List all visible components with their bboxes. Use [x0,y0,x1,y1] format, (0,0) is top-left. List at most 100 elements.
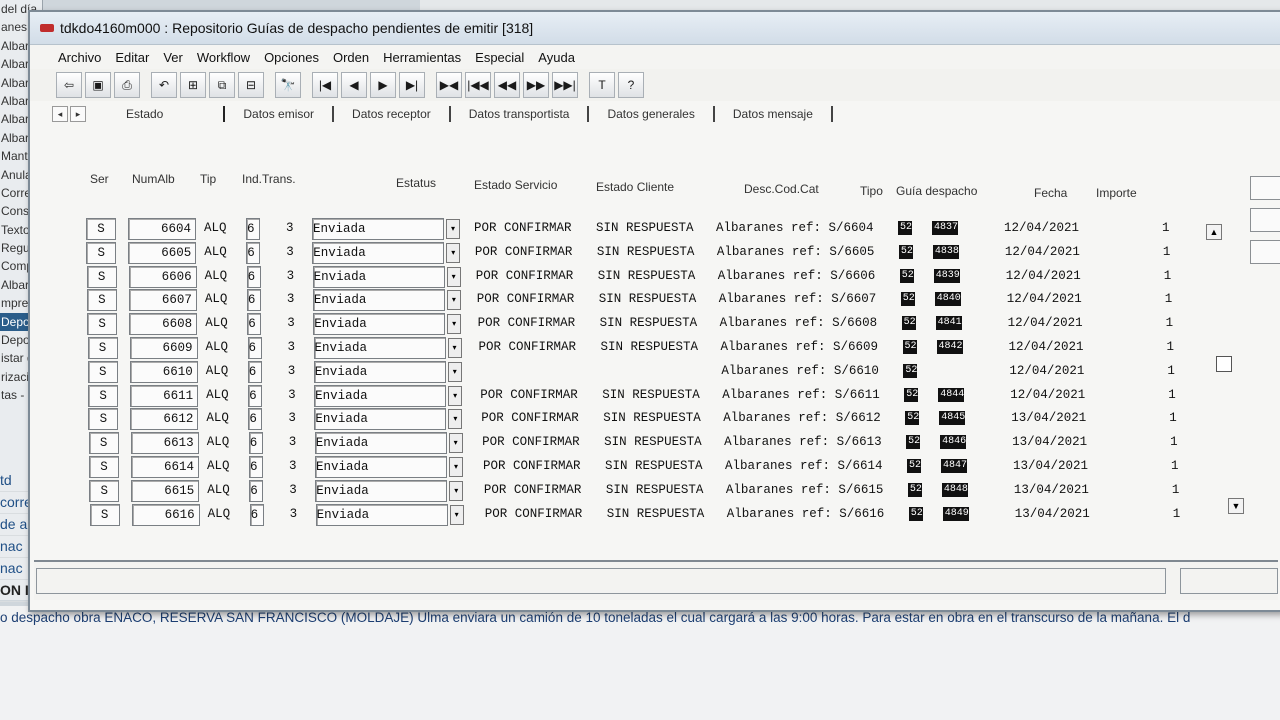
ser-field[interactable]: S [87,360,118,383]
first-group-icon[interactable]: ▶◀ [436,72,462,98]
ser-field[interactable]: S [88,384,119,407]
indtrans-field[interactable]: 6 [249,503,264,526]
menu-orden[interactable]: Orden [333,50,369,65]
menu-archivo[interactable]: Archivo [58,50,101,65]
scroll-up-icon[interactable]: ▲ [1206,224,1222,240]
tab-datos-transportista[interactable]: Datos transportista [451,106,590,122]
title-bar[interactable]: tdkdo4160m000 : Repositorio Guías de des… [30,12,1280,45]
previous-page-icon[interactable]: ◀◀ [494,72,520,98]
numalb-field[interactable]: 6616 [131,503,200,526]
text-icon[interactable]: T [589,72,615,98]
ser-field[interactable]: S [88,408,119,431]
next-record-icon[interactable]: ▶ [370,72,396,98]
indtrans-field[interactable]: 6 [246,241,261,264]
estatus-select[interactable]: Enviada [314,432,447,455]
ser-field[interactable]: S [86,265,117,288]
estatus-dropdown-icon[interactable]: ▾ [446,219,460,239]
menu-herramientas[interactable]: Herramientas [383,50,461,65]
estatus-dropdown-icon[interactable]: ▾ [446,266,461,287]
ser-field[interactable]: S [86,289,117,312]
numalb-field[interactable]: 6613 [130,432,199,455]
tab-prev-icon[interactable]: ◂ [52,106,68,122]
indtrans-field[interactable]: 6 [248,432,263,455]
print-icon[interactable]: ⎙ [114,72,140,98]
numalb-field[interactable]: 6612 [130,408,199,431]
estatus-dropdown-icon[interactable]: ▾ [448,409,463,430]
indtrans-field[interactable]: 6 [247,313,262,336]
tree-icon[interactable]: ⊞ [180,72,206,98]
numalb-field[interactable]: 6611 [130,384,199,407]
last-page-icon[interactable]: ▶▶| [552,72,578,98]
numalb-field[interactable]: 6607 [128,289,197,312]
estatus-select[interactable]: Enviada [312,289,445,312]
copy-icon[interactable]: ⧉ [209,72,235,98]
undo-icon[interactable]: ↶ [151,72,177,98]
ser-field[interactable]: S [86,241,117,264]
exit-icon[interactable]: ⇦ [56,72,82,98]
ser-field[interactable]: S [89,456,119,478]
numalb-field[interactable]: 6614 [131,456,199,478]
ser-field[interactable]: S [87,313,118,336]
indtrans-field[interactable]: 6 [246,289,261,312]
indtrans-field[interactable]: 6 [247,360,262,383]
indtrans-field[interactable]: 6 [249,456,263,478]
scroll-down-icon[interactable]: ▼ [1228,498,1244,514]
numalb-field[interactable]: 6604 [128,218,196,240]
tab-datos-receptor[interactable]: Datos receptor [334,106,451,122]
estatus-select[interactable]: Enviada [315,503,448,526]
numalb-field[interactable]: 6608 [129,313,198,336]
estatus-dropdown-icon[interactable]: ▾ [449,504,464,525]
estatus-select[interactable]: Enviada [313,360,446,383]
menu-opciones[interactable]: Opciones [264,50,319,65]
last-record-icon[interactable]: ▶| [399,72,425,98]
estatus-dropdown-icon[interactable]: ▾ [448,385,463,406]
next-page-icon[interactable]: ▶▶ [523,72,549,98]
menu-workflow[interactable]: Workflow [197,50,250,65]
menu-editar[interactable]: Editar [115,50,149,65]
tab-estado[interactable]: Estado [108,106,226,122]
estatus-dropdown-icon[interactable]: ▾ [447,361,462,382]
estatus-dropdown-icon[interactable]: ▾ [447,338,462,358]
estatus-select[interactable]: Enviada [313,313,446,336]
menu-ayuda[interactable]: Ayuda [538,50,575,65]
estatus-select[interactable]: Enviada [314,384,447,407]
tab-next-icon[interactable]: ▸ [70,106,86,122]
estatus-dropdown-icon[interactable]: ▾ [448,433,463,454]
save-icon[interactable]: ▣ [85,72,111,98]
indtrans-field[interactable]: 6 [248,384,263,407]
indtrans-field[interactable]: 6 [246,218,260,240]
first-record-icon[interactable]: |◀ [312,72,338,98]
first-page-icon[interactable]: |◀◀ [465,72,491,98]
estatus-select[interactable]: Enviada [312,241,445,264]
tab-datos-emisor[interactable]: Datos emisor [225,106,335,122]
menu-ver[interactable]: Ver [163,50,183,65]
help-icon[interactable]: ? [618,72,644,98]
indtrans-field[interactable]: 6 [249,479,264,502]
estatus-select[interactable]: Enviada [312,265,445,288]
estatus-dropdown-icon[interactable]: ▾ [446,290,461,311]
indtrans-field[interactable]: 6 [246,265,261,288]
ser-field[interactable]: S [86,218,116,240]
tab-datos-generales[interactable]: Datos generales [589,106,715,122]
indtrans-field[interactable]: 6 [247,337,262,359]
estatus-select[interactable]: Enviada [314,408,447,431]
numalb-field[interactable]: 6610 [129,360,198,383]
estatus-select[interactable]: Enviada [315,456,447,478]
ser-field[interactable]: S [88,432,119,455]
previous-record-icon[interactable]: ◀ [341,72,367,98]
estatus-select[interactable]: Enviada [313,337,446,359]
hierarchy-icon[interactable]: ⊟ [238,72,264,98]
ser-field[interactable]: S [87,337,118,359]
estatus-select[interactable]: Enviada [312,218,444,240]
numalb-field[interactable]: 6615 [131,479,200,502]
indtrans-field[interactable]: 6 [248,408,263,431]
estatus-dropdown-icon[interactable]: ▾ [449,480,464,501]
numalb-field[interactable]: 6605 [128,241,197,264]
estatus-dropdown-icon[interactable]: ▾ [447,314,462,335]
menu-especial[interactable]: Especial [475,50,524,65]
estatus-dropdown-icon[interactable]: ▾ [449,457,463,477]
estatus-dropdown-icon[interactable]: ▾ [446,242,461,263]
tab-datos-mensaje[interactable]: Datos mensaje [715,106,833,122]
scroll-thumb[interactable] [1216,356,1232,372]
numalb-field[interactable]: 6609 [129,337,198,359]
